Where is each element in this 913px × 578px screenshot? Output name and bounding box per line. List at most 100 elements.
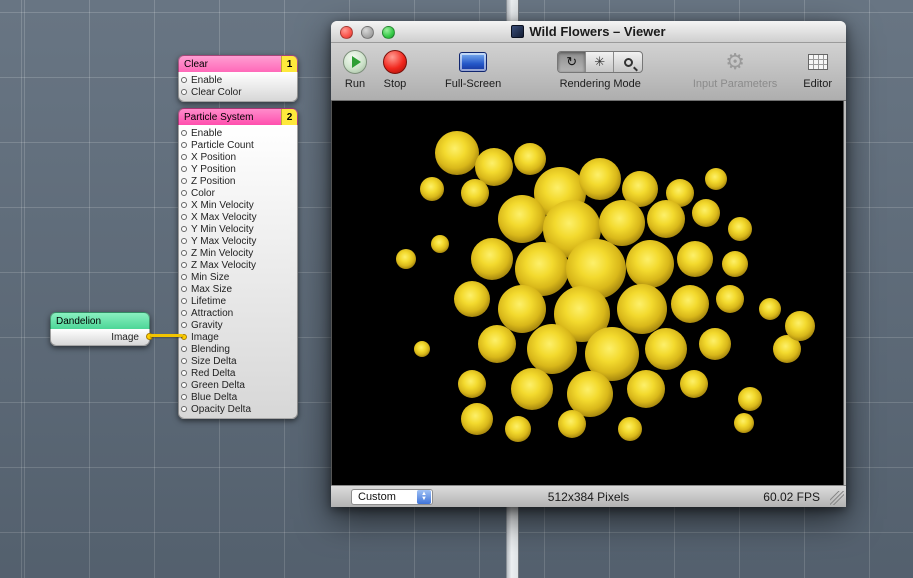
- port-row-green-delta[interactable]: Green Delta: [179, 379, 297, 391]
- node-title: Particle System: [179, 109, 281, 125]
- node-particle-system-header[interactable]: Particle System 2: [178, 108, 298, 125]
- dandelion-particle: [396, 249, 416, 269]
- dandelion-particle: [716, 285, 744, 313]
- viewer-statusbar: Custom ▲▼ 512x384 Pixels 60.02 FPS: [331, 485, 846, 507]
- port-row-clear-color[interactable]: Clear Color: [179, 86, 297, 98]
- port-dot[interactable]: [181, 286, 187, 292]
- port-row-opacity-delta[interactable]: Opacity Delta: [179, 403, 297, 415]
- dandelion-particle: [461, 179, 489, 207]
- dandelion-particle: [431, 235, 449, 253]
- input-parameters-button[interactable]: ⚙ Input Parameters: [693, 48, 777, 90]
- traffic-lights: [340, 26, 395, 39]
- port-dot[interactable]: [181, 166, 187, 172]
- port-dot[interactable]: [181, 382, 187, 388]
- port-row-x-max-velocity[interactable]: X Max Velocity: [179, 211, 297, 223]
- port-row-color[interactable]: Color: [179, 187, 297, 199]
- node-title: Dandelion: [51, 313, 149, 329]
- port-row-max-size[interactable]: Max Size: [179, 283, 297, 295]
- port-dot[interactable]: [181, 178, 187, 184]
- port-dot[interactable]: [181, 238, 187, 244]
- node-dandelion[interactable]: Dandelion Image: [50, 312, 150, 346]
- fps-text: 60.02 FPS: [763, 490, 820, 504]
- rendering-mode-segments: ↻ ✳: [557, 51, 643, 73]
- image-connection-cable[interactable]: [150, 334, 183, 337]
- viewer-render-area[interactable]: [331, 101, 844, 485]
- patch-editor-canvas[interactable]: Clear 1 EnableClear Color Particle Syste…: [0, 0, 913, 578]
- port-row-z-min-velocity[interactable]: Z Min Velocity: [179, 247, 297, 259]
- dandelion-particle: [458, 370, 486, 398]
- port-row-attraction[interactable]: Attraction: [179, 307, 297, 319]
- port-row-lifetime[interactable]: Lifetime: [179, 295, 297, 307]
- port-row-gravity[interactable]: Gravity: [179, 319, 297, 331]
- node-title: Clear: [179, 56, 281, 72]
- dandelion-particle: [699, 328, 731, 360]
- port-row-min-size[interactable]: Min Size: [179, 271, 297, 283]
- port-row-red-delta[interactable]: Red Delta: [179, 367, 297, 379]
- port-row-enable[interactable]: Enable: [179, 127, 297, 139]
- port-dot[interactable]: [181, 226, 187, 232]
- port-dot[interactable]: [181, 310, 187, 316]
- port-label: Blending: [191, 344, 230, 355]
- port-dot[interactable]: [181, 346, 187, 352]
- dandelion-particle: [454, 281, 490, 317]
- close-button[interactable]: [340, 26, 353, 39]
- dandelion-particle: [647, 200, 685, 238]
- node-particle-system[interactable]: Particle System 2 EnableParticle CountX …: [178, 108, 298, 419]
- port-dot[interactable]: [181, 370, 187, 376]
- port-row-y-position[interactable]: Y Position: [179, 163, 297, 175]
- port-row-size-delta[interactable]: Size Delta: [179, 355, 297, 367]
- port-label: Lifetime: [191, 296, 226, 307]
- port-dot[interactable]: [181, 77, 187, 83]
- magnifier-icon[interactable]: [614, 52, 642, 72]
- minimize-button[interactable]: [361, 26, 374, 39]
- port-row-z-position[interactable]: Z Position: [179, 175, 297, 187]
- port-row-y-min-velocity[interactable]: Y Min Velocity: [179, 223, 297, 235]
- refresh-icon[interactable]: ↻: [558, 52, 586, 72]
- port-row-y-max-velocity[interactable]: Y Max Velocity: [179, 235, 297, 247]
- port-dot[interactable]: [181, 274, 187, 280]
- port-dot[interactable]: [181, 322, 187, 328]
- stop-button[interactable]: Stop: [383, 48, 407, 90]
- port-row-image[interactable]: Image: [179, 331, 297, 343]
- port-dot[interactable]: [181, 358, 187, 364]
- dandelion-particle: [677, 241, 713, 277]
- port-label: Y Position: [191, 164, 236, 175]
- run-button[interactable]: Run: [343, 48, 367, 90]
- port-row-x-min-velocity[interactable]: X Min Velocity: [179, 199, 297, 211]
- port-row-z-max-velocity[interactable]: Z Max Velocity: [179, 259, 297, 271]
- dandelion-particle: [617, 284, 667, 334]
- play-icon: [343, 50, 367, 74]
- port-dot[interactable]: [181, 89, 187, 95]
- resize-grip[interactable]: [830, 491, 844, 505]
- port-label: Clear Color: [191, 87, 242, 98]
- viewer-titlebar[interactable]: Wild Flowers – Viewer: [331, 21, 846, 43]
- port-dot[interactable]: [181, 130, 187, 136]
- dandelion-particle: [618, 417, 642, 441]
- editor-button[interactable]: Editor: [803, 48, 832, 90]
- port-dot[interactable]: [181, 142, 187, 148]
- editor-label: Editor: [803, 78, 832, 90]
- port-row-blending[interactable]: Blending: [179, 343, 297, 355]
- port-dot[interactable]: [181, 202, 187, 208]
- port-row-x-position[interactable]: X Position: [179, 151, 297, 163]
- port-dot[interactable]: [181, 298, 187, 304]
- port-label: Size Delta: [191, 356, 237, 367]
- trackball-icon[interactable]: ✳: [586, 52, 614, 72]
- fullscreen-button[interactable]: Full-Screen: [445, 48, 501, 90]
- port-dot[interactable]: [181, 406, 187, 412]
- port-row-blue-delta[interactable]: Blue Delta: [179, 391, 297, 403]
- port-row-enable[interactable]: Enable: [179, 74, 297, 86]
- node-clear[interactable]: Clear 1 EnableClear Color: [178, 55, 298, 102]
- node-dandelion-header[interactable]: Dandelion: [50, 312, 150, 329]
- port-dot[interactable]: [181, 394, 187, 400]
- viewer-window[interactable]: Wild Flowers – Viewer Run Stop Full-Scre…: [331, 21, 846, 507]
- node-clear-header[interactable]: Clear 1: [178, 55, 298, 72]
- port-dot[interactable]: [181, 214, 187, 220]
- port-dot[interactable]: [181, 262, 187, 268]
- port-dot[interactable]: [181, 190, 187, 196]
- zoom-button[interactable]: [382, 26, 395, 39]
- port-dot[interactable]: [181, 250, 187, 256]
- port-dot[interactable]: [181, 154, 187, 160]
- port-row-particle-count[interactable]: Particle Count: [179, 139, 297, 151]
- stop-label: Stop: [384, 78, 407, 90]
